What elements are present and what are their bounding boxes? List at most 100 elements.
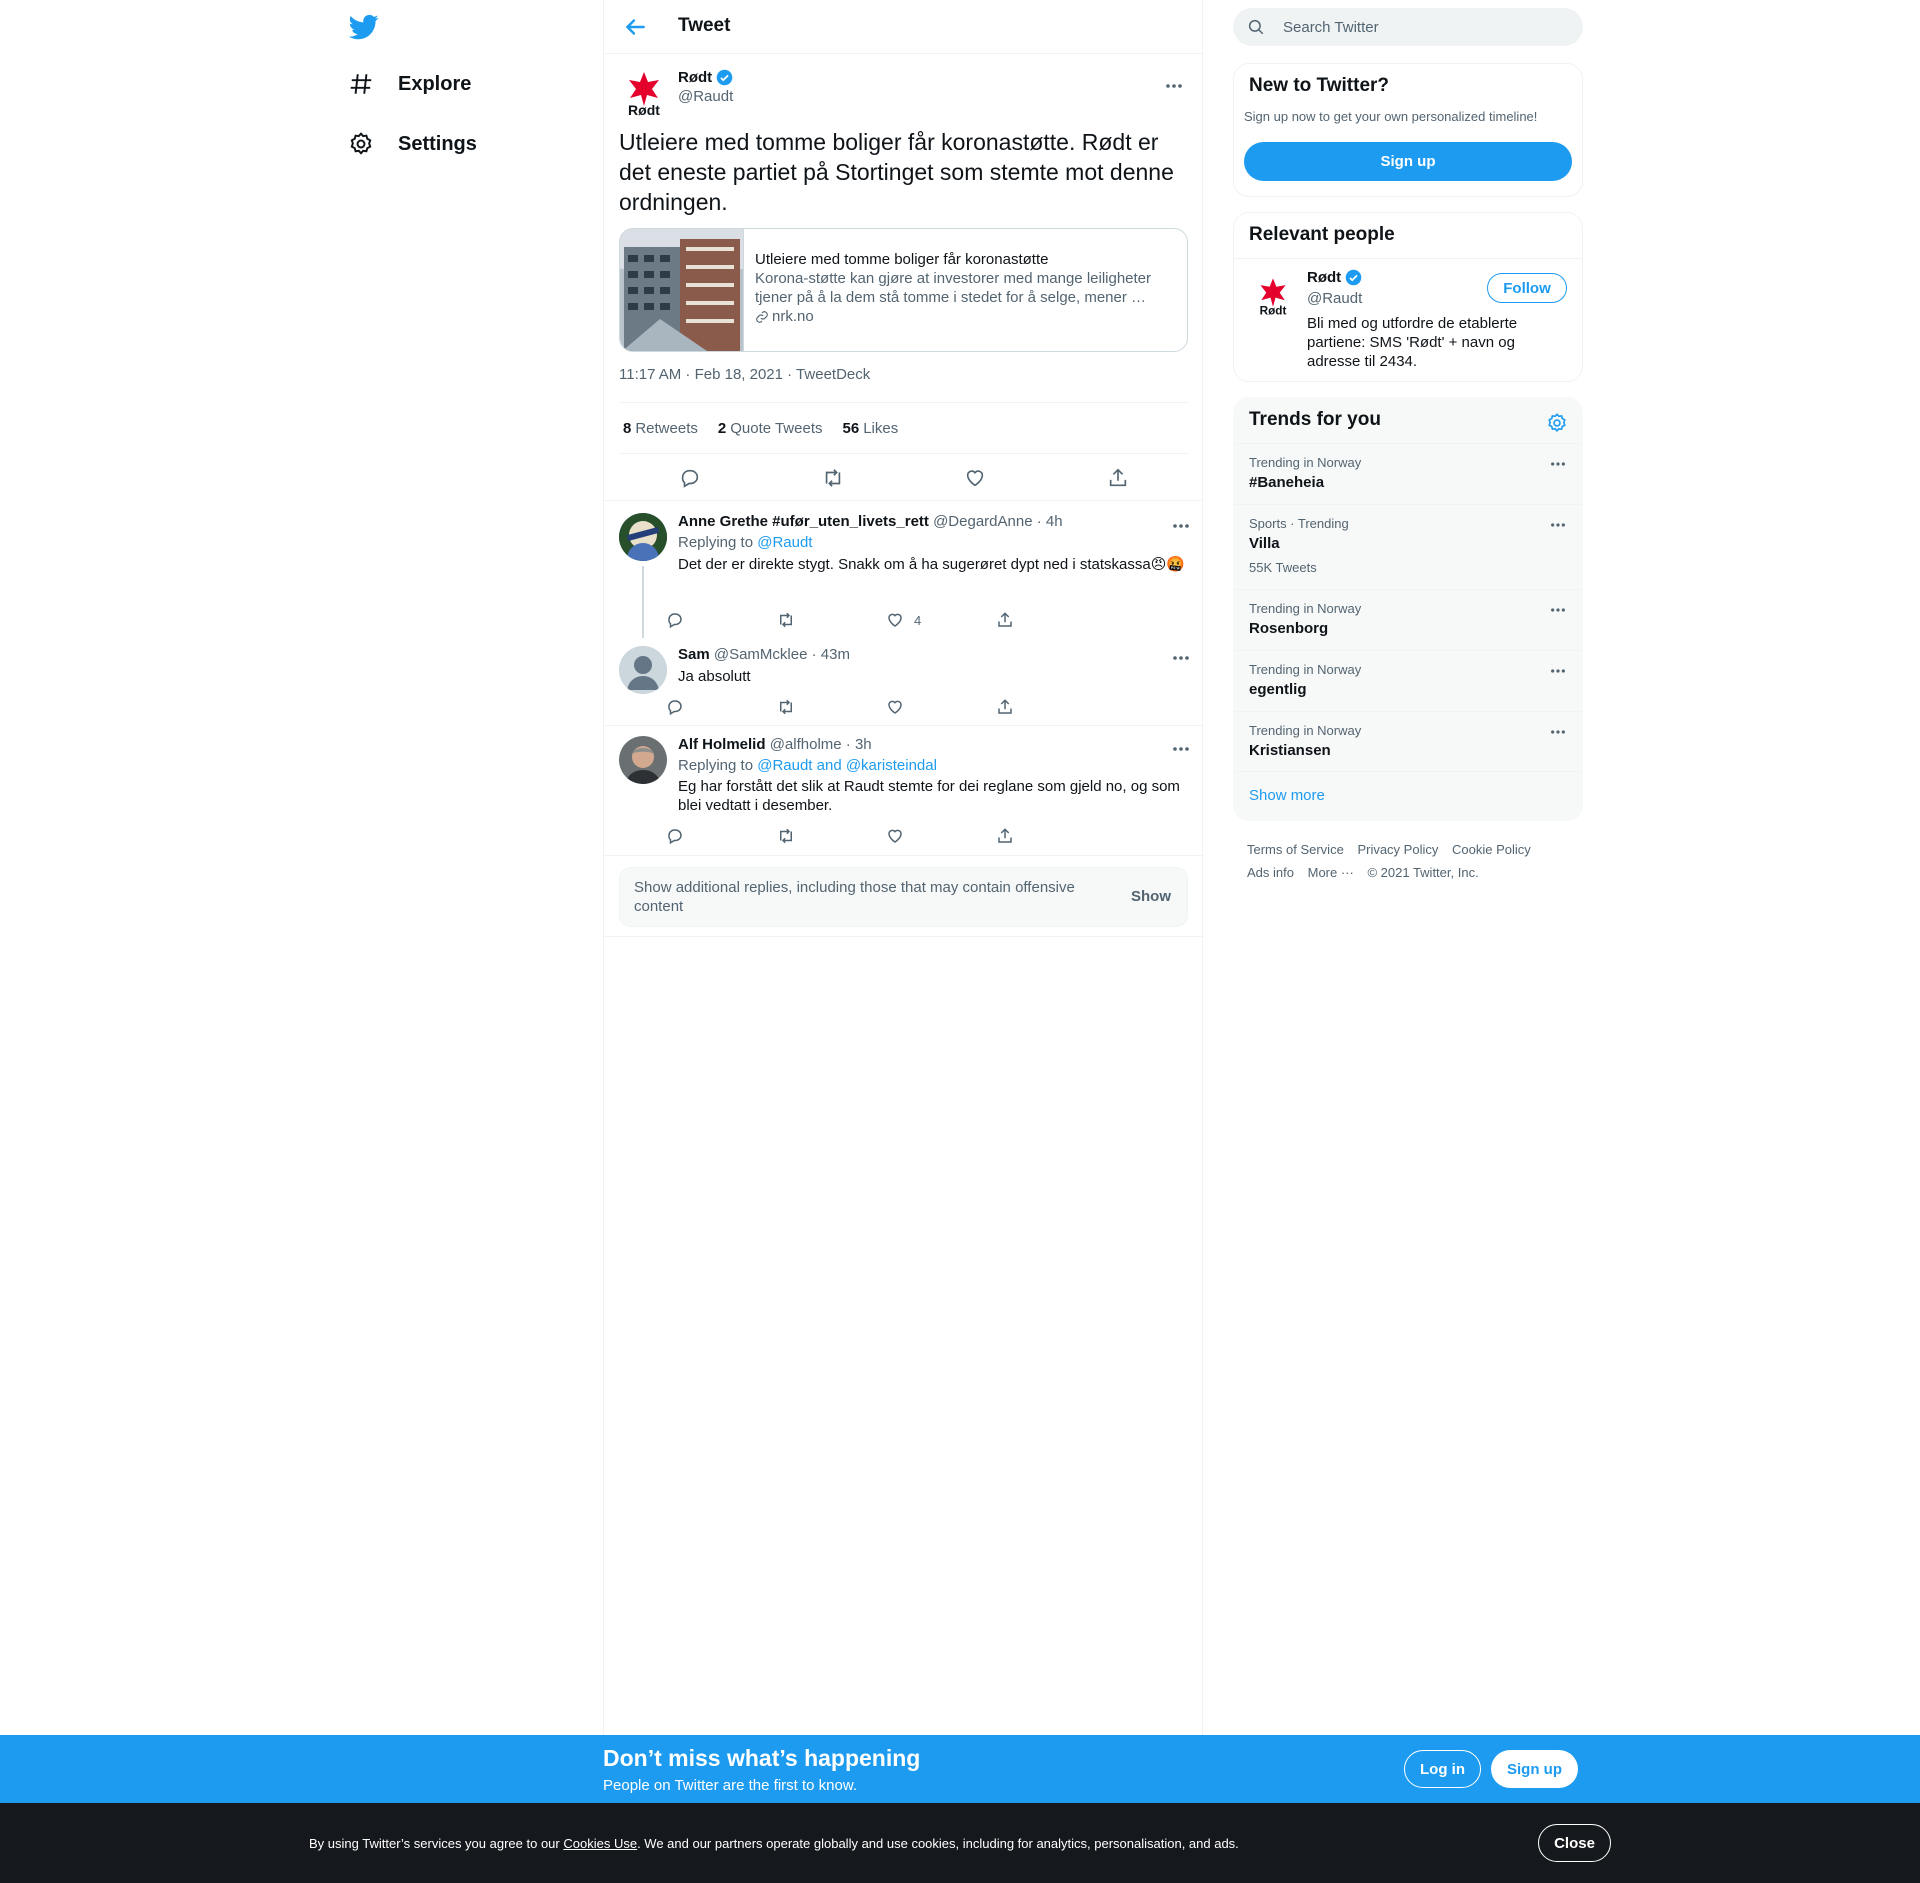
reply-text: Eg har forstått det slik at Raudt stemte… [678,778,1180,814]
retweet-icon[interactable] [776,827,886,845]
search-bar[interactable] [1233,8,1583,46]
replying-to-link[interactable]: @Raudt [757,534,812,551]
avatar[interactable] [619,646,667,694]
cookie-policy-link[interactable]: Cookie Policy [1452,838,1531,861]
share-icon[interactable] [996,611,1106,629]
more-options-icon[interactable] [1548,454,1568,474]
sign-up-button[interactable]: Sign up [1244,142,1572,181]
trend-name: Rosenborg [1249,620,1329,637]
show-more-trends-link[interactable]: Show more [1249,787,1325,804]
more-options-icon[interactable] [1171,739,1191,759]
reply-icon[interactable] [666,611,776,629]
like-icon[interactable] [886,827,996,845]
twitter-logo-icon[interactable] [348,12,380,42]
page-header: Tweet [604,0,1204,54]
reply-icon[interactable] [666,698,776,716]
retweets-stat[interactable]: 8 Retweets [623,420,698,437]
verified-badge-icon [716,69,733,86]
show-additional-replies-button[interactable]: Show [1131,888,1171,905]
replying-to-prefix: Replying to [678,757,754,774]
log-in-button[interactable]: Log in [1404,1750,1481,1788]
more-options-icon[interactable] [1548,600,1568,620]
search-input[interactable] [1283,17,1563,37]
terms-link[interactable]: Terms of Service [1247,838,1344,861]
more-options-icon[interactable] [1171,516,1191,536]
cookie-text-prefix: By using Twitter’s services you agree to… [309,1836,564,1851]
nav-settings[interactable]: Settings [346,124,477,164]
more-options-icon[interactable] [1171,648,1191,668]
share-icon[interactable] [996,827,1106,845]
avatar[interactable]: Rødt [1252,275,1294,317]
reply-meta[interactable]: @DegardAnne · 4h [933,513,1062,530]
signup-banner: Don’t miss what’s happening People on Tw… [0,1735,1920,1803]
more-options-icon[interactable] [1548,722,1568,742]
replying-to-link[interactable]: @Raudt and @karisteindal [757,757,937,774]
person-handle[interactable]: @Raudt [1307,290,1362,307]
avatar[interactable] [619,513,667,561]
author-name[interactable]: Rødt [678,69,733,86]
follow-button[interactable]: Follow [1487,273,1567,303]
replying-to: Replying to @Raudt [678,534,812,551]
retweet-icon[interactable] [821,466,845,490]
reply-meta[interactable]: @alfholme · 3h [770,736,872,753]
trend-item[interactable]: Trending in Norway Rosenborg [1234,589,1582,650]
likes-stat[interactable]: 56 Likes [843,420,899,437]
link-card[interactable]: Utleiere med tomme boliger får koronastø… [619,228,1188,352]
more-options-icon[interactable] [1164,76,1184,96]
tweet-timestamp[interactable]: 11:17 AM · Feb 18, 2021 · TweetDeck [619,366,870,383]
gear-icon[interactable] [1546,412,1568,434]
trend-item[interactable]: Trending in Norway Kristiansen [1234,711,1582,772]
person-name[interactable]: Rødt [1307,269,1362,286]
card-image [620,229,744,351]
avatar[interactable] [619,736,667,784]
retweet-icon[interactable] [776,698,886,716]
like-icon[interactable] [963,466,987,490]
reply-meta[interactable]: @SamMcklee · 43m [714,646,850,663]
avatar[interactable]: Rødt [619,68,669,118]
reply-icon[interactable] [666,827,776,845]
back-arrow-icon[interactable] [622,14,648,40]
trend-item[interactable]: Trending in Norway #Baneheia [1234,443,1582,504]
reply-icon[interactable] [678,466,702,490]
reply-author-name[interactable]: Sam [678,646,710,663]
share-icon[interactable] [1106,466,1130,490]
panel-title: Relevant people [1249,224,1395,245]
sign-up-button[interactable]: Sign up [1491,1750,1578,1788]
like-button[interactable]: 4 [886,611,996,629]
more-options-icon[interactable] [1548,515,1568,535]
cookie-text-suffix: . We and our partners operate globally a… [637,1836,1239,1851]
trend-context: Trending in Norway [1249,723,1362,738]
replying-to-prefix: Replying to [678,534,754,551]
trend-context: Sports · Trending [1249,516,1349,531]
more-options-icon[interactable] [1548,661,1568,681]
reply-header: Anne Grethe #ufør_uten_livets_rett @Dega… [678,513,1063,530]
card-body: Utleiere med tomme boliger får koronastø… [755,250,1175,326]
reply-text: Det der er direkte stygt. Snakk om å ha … [678,556,1186,573]
reply-tweet[interactable]: Anne Grethe #ufør_uten_livets_rett @Dega… [604,502,1204,638]
author-handle[interactable]: @Raudt [678,88,733,105]
reply-tweet[interactable]: Sam @SamMcklee · 43m Ja absolutt [604,634,1204,725]
close-button[interactable]: Close [1538,1824,1611,1862]
nav-explore[interactable]: Explore [346,64,471,104]
retweet-icon[interactable] [776,611,886,629]
reply-tweet[interactable]: Alf Holmelid @alfholme · 3h Replying to … [604,726,1204,855]
svg-text:Rødt: Rødt [628,102,660,118]
panel-title: Trends for you [1249,409,1381,430]
ads-info-link[interactable]: Ads info [1247,861,1294,884]
like-icon[interactable] [886,698,996,716]
footer-links: Terms of Service Privacy Policy Cookie P… [1247,838,1567,884]
privacy-link[interactable]: Privacy Policy [1357,838,1438,861]
panel-title: New to Twitter? [1249,75,1390,96]
likes-label: Likes [863,419,899,437]
trend-item[interactable]: Sports · Trending Villa 55K Tweets [1234,504,1582,589]
reply-author-name[interactable]: Anne Grethe #ufør_uten_livets_rett [678,513,929,530]
trend-item[interactable]: Trending in Norway egentlig [1234,650,1582,711]
cookies-use-link[interactable]: Cookies Use [563,1836,637,1851]
reply-header: Alf Holmelid @alfholme · 3h [678,736,872,753]
more-link[interactable]: More ··· [1308,861,1354,884]
svg-text:Rødt: Rødt [1260,304,1287,317]
copyright: © 2021 Twitter, Inc. [1367,865,1479,880]
reply-author-name[interactable]: Alf Holmelid [678,736,766,753]
quote-tweets-stat[interactable]: 2 Quote Tweets [718,420,823,437]
share-icon[interactable] [996,698,1106,716]
